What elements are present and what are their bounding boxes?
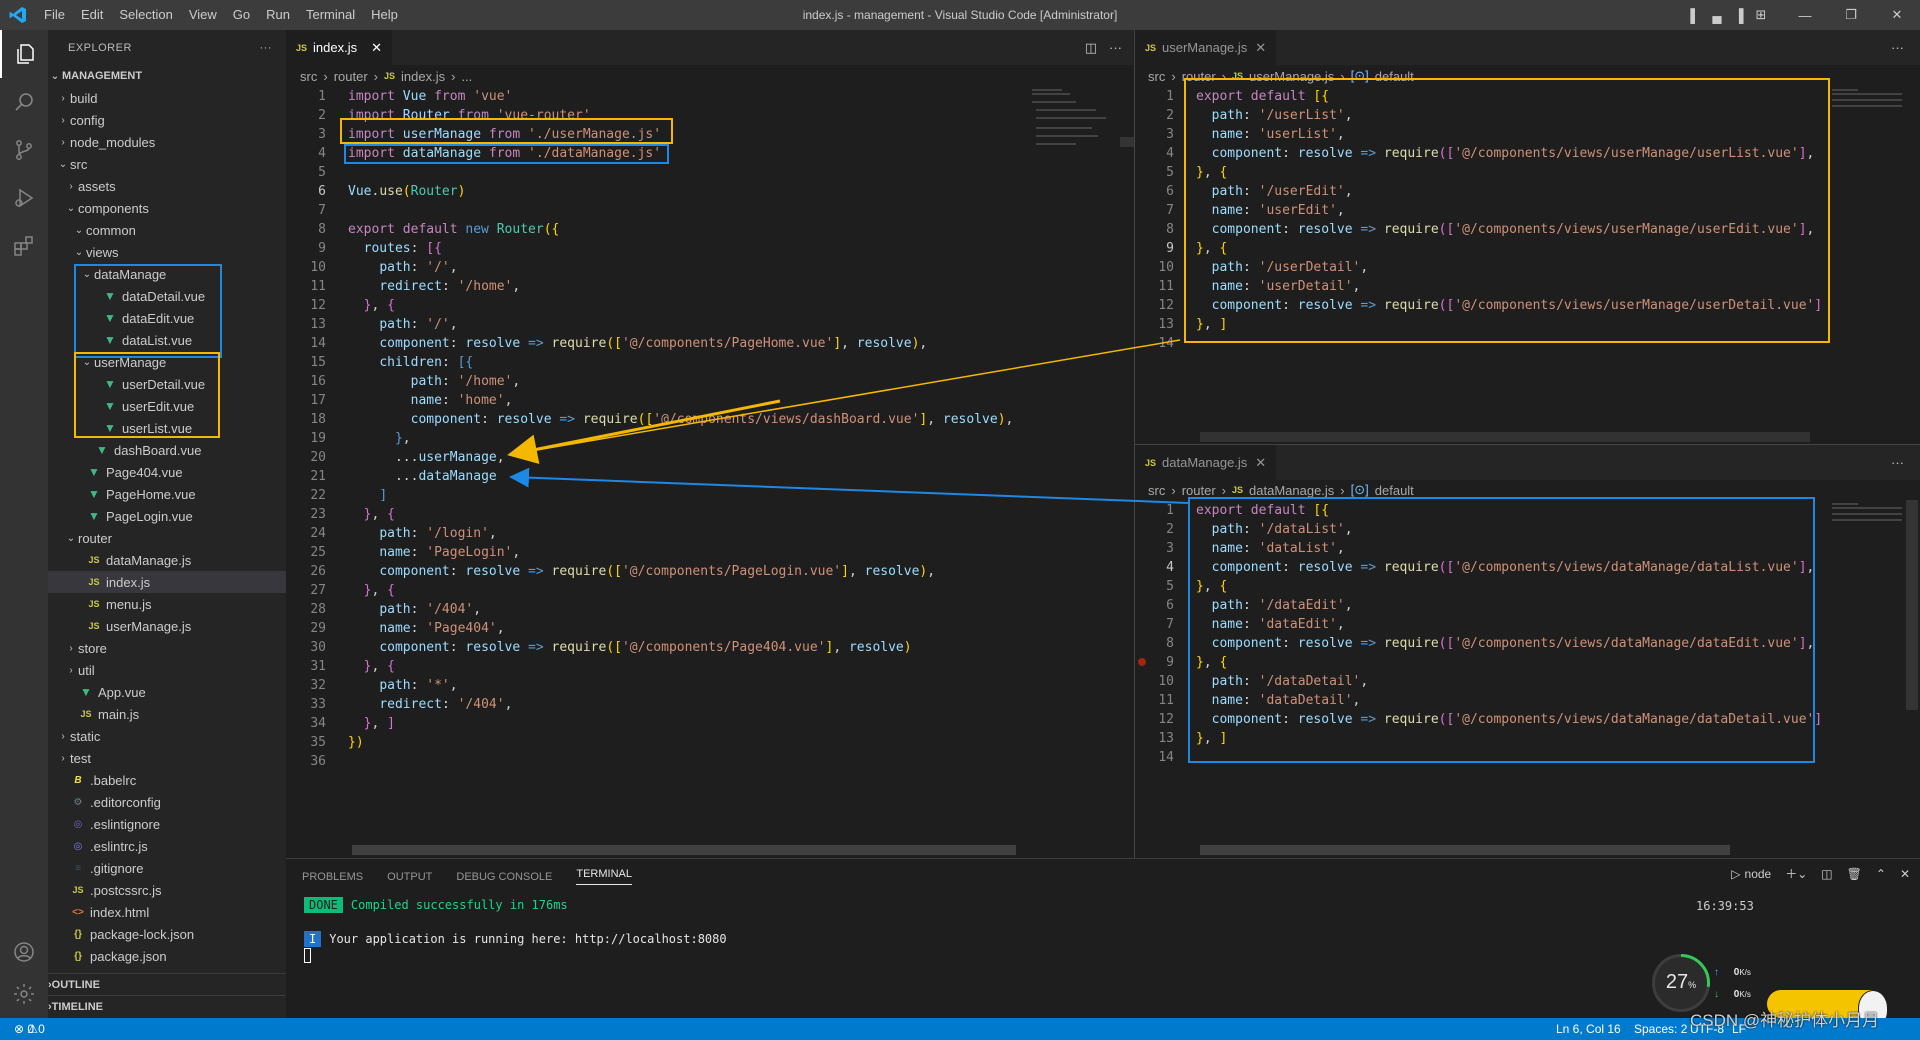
close-panel-icon[interactable]: ✕ [1900,867,1910,881]
status-bar: ⊗ 0 ⚠ 0 Ln 6, Col 16 Spaces: 2 UTF-8 LF [0,1018,1920,1040]
terminal-line-compiled: DONE Compiled successfully in 176ms [304,897,568,913]
arrow-usermanage [512,339,1181,455]
terminal-time: 16:39:53 [1696,899,1754,913]
arrow-datamanage [509,467,1189,504]
net-speed: ↑ 0K/s ↓ 0K/s [1714,967,1751,1000]
split-terminal-icon[interactable]: ◫ [1821,867,1832,881]
maximize-panel-icon[interactable]: ⌃ [1876,867,1886,881]
tab-terminal[interactable]: TERMINAL [576,868,632,885]
tab-debug-console[interactable]: DEBUG CONSOLE [456,871,552,883]
terminal-actions: ▷ node ＋⌄ ◫ 🗑 ⌃ ✕ [1731,865,1910,882]
cursor-position[interactable]: Ln 6, Col 16 [1556,1018,1621,1040]
panel-tabs: PROBLEMS OUTPUT DEBUG CONSOLE TERMINAL [302,859,656,894]
new-terminal-icon[interactable]: ＋⌄ [1785,865,1807,882]
terminal-name[interactable]: node [1745,867,1772,881]
trash-icon[interactable]: 🗑 [1847,867,1862,881]
problems-indicator[interactable]: ⊗ 0 ⚠ 0 [14,1018,45,1040]
tab-problems[interactable]: PROBLEMS [302,871,363,883]
done-badge: DONE [304,897,343,913]
arrow-usermanage-head [507,399,781,465]
indentation[interactable]: Spaces: 2 [1634,1018,1687,1040]
upload-arrow-icon: ↑ [1714,967,1719,978]
download-arrow-icon: ↓ [1714,989,1719,1000]
terminal-cursor [304,948,311,963]
info-badge: I [304,931,322,947]
compiled-message: Compiled successfully in 176ms [350,898,568,912]
tab-output[interactable]: OUTPUT [387,871,432,883]
running-message: Your application is running here: http:/… [329,932,727,946]
cpu-percent: 27% [1665,971,1697,993]
terminal-icon: ▷ [1731,866,1741,881]
watermark: CSDN @神秘护体小月月 [1690,1011,1880,1030]
terminal-line-running: I Your application is running here: http… [304,931,727,947]
cpu-usage-gauge: 27% [1652,954,1710,1012]
